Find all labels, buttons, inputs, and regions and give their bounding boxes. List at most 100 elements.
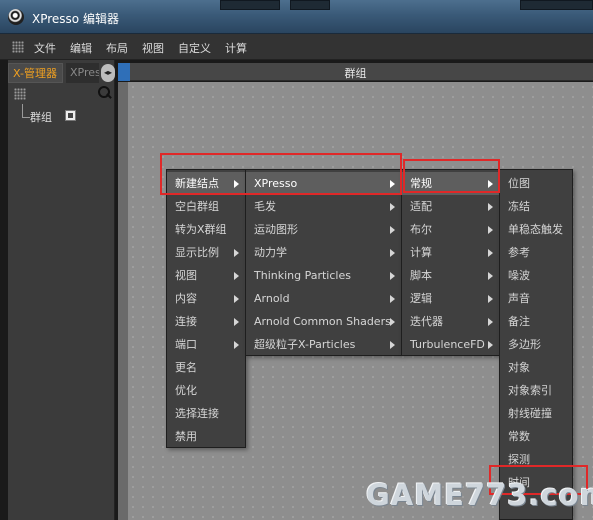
submenu-arrow-icon	[234, 272, 239, 280]
menu-item-logic[interactable]: 逻辑	[402, 287, 499, 310]
menu-item-optimize[interactable]: 优化	[167, 379, 245, 402]
menu-bar: 文件 编辑 布局 视图 自定义 计算	[0, 34, 593, 60]
menu-item-select-connections[interactable]: 选择连接	[167, 402, 245, 425]
menu-item-calculate[interactable]: 计算	[402, 241, 499, 264]
highlight-box-new-node	[160, 153, 402, 195]
watermark-logo: GAME773.com	[366, 478, 593, 512]
menu-item-bitmap[interactable]: 位图	[500, 172, 572, 195]
menu-item-label: 连接	[175, 315, 197, 328]
menu-item-label: 布尔	[410, 223, 432, 236]
tree-item-group[interactable]: 群组	[30, 109, 52, 125]
menu-item-label: 计算	[410, 246, 432, 259]
menu-item-label: 逻辑	[410, 292, 432, 305]
submenu-arrow-icon	[234, 249, 239, 257]
submenu-arrow-icon	[390, 226, 395, 234]
menu-item-noise[interactable]: 噪波	[500, 264, 572, 287]
menu-item-empty-group[interactable]: 空白群组	[167, 195, 245, 218]
submenu-arrow-icon	[488, 226, 493, 234]
menu-item-disable[interactable]: 禁用	[167, 425, 245, 448]
submenu-arrow-icon	[234, 341, 239, 349]
menu-item-object[interactable]: 对象	[500, 356, 572, 379]
menu-item-boolean[interactable]: 布尔	[402, 218, 499, 241]
menu-item-turbulencefd[interactable]: TurbulenceFD	[402, 333, 499, 356]
submenu-arrow-icon	[234, 318, 239, 326]
submenu-arrow-icon	[234, 295, 239, 303]
menu-item-reference[interactable]: 参考	[500, 241, 572, 264]
submenu-arrow-icon	[390, 318, 395, 326]
menu-item-label: 适配	[410, 200, 432, 213]
submenu-xpresso: 常规 适配 布尔 计算 脚本 逻辑 迭代器 TurbulenceFD	[401, 169, 500, 356]
menu-item-label: 脚本	[410, 269, 432, 282]
submenu-arrow-icon	[488, 272, 493, 280]
tab-xpresso[interactable]: XPresso	[66, 63, 99, 83]
menu-item-hair[interactable]: 毛发	[246, 195, 401, 218]
title-bar-button[interactable]	[520, 0, 593, 10]
menu-item-ray-collision[interactable]: 射线碰撞	[500, 402, 572, 425]
menu-item-rename[interactable]: 更名	[167, 356, 245, 379]
submenu-arrow-icon	[488, 318, 493, 326]
menu-item-freeze[interactable]: 冻结	[500, 195, 572, 218]
menu-calculate[interactable]: 计算	[225, 40, 247, 56]
menu-item-label: Thinking Particles	[254, 269, 351, 282]
menu-item-thinking-particles[interactable]: Thinking Particles	[246, 264, 401, 287]
menu-item-label: 内容	[175, 292, 197, 305]
submenu-arrow-icon	[488, 203, 493, 211]
submenu-new-node: XPresso 毛发 运动图形 动力学 Thinking Particles A…	[245, 169, 402, 356]
context-menu: 新建结点 空白群组 转为X群组 显示比例 视图 内容 连接 端口 更名 优化 选…	[166, 169, 246, 448]
submenu-arrow-icon	[390, 203, 395, 211]
tab-x-manager[interactable]: X-管理器	[8, 63, 63, 83]
menu-item-label: 迭代器	[410, 315, 443, 328]
menu-file[interactable]: 文件	[34, 40, 56, 56]
menu-item-label: 视图	[175, 269, 197, 282]
menu-item-convert-xgroup[interactable]: 转为X群组	[167, 218, 245, 241]
highlight-box-general	[403, 159, 500, 193]
menu-item-arnold[interactable]: Arnold	[246, 287, 401, 310]
main-header: 群组	[118, 63, 593, 81]
menu-item-memo[interactable]: 备注	[500, 310, 572, 333]
menu-item-connect[interactable]: 连接	[167, 310, 245, 333]
menu-item-label: 显示比例	[175, 246, 219, 259]
menu-item-sound[interactable]: 声音	[500, 287, 572, 310]
menu-edit[interactable]: 编辑	[70, 40, 92, 56]
menu-item-constant[interactable]: 常数	[500, 425, 572, 448]
menu-item-port[interactable]: 端口	[167, 333, 245, 356]
menu-item-script[interactable]: 脚本	[402, 264, 499, 287]
menu-item-content[interactable]: 内容	[167, 287, 245, 310]
title-bar-button[interactable]	[290, 0, 330, 10]
menu-item-label: 动力学	[254, 246, 287, 259]
canvas-edge	[118, 82, 128, 520]
menu-view[interactable]: 视图	[142, 40, 164, 56]
search-icon[interactable]	[98, 86, 112, 100]
left-panel: X-管理器 XPresso ◂▸ 群组	[8, 60, 115, 520]
cinema4d-app-icon	[8, 9, 24, 25]
menu-item-iterator[interactable]: 迭代器	[402, 310, 499, 333]
title-bar-button[interactable]	[220, 0, 280, 10]
menu-item-label: Arnold Common Shaders	[254, 315, 391, 328]
grip-handle-icon[interactable]	[12, 41, 24, 53]
submenu-arrow-icon	[488, 295, 493, 303]
menu-item-adapter[interactable]: 适配	[402, 195, 499, 218]
menu-item-arnold-common-shaders[interactable]: Arnold Common Shaders	[246, 310, 401, 333]
menu-item-monoflop[interactable]: 单稳态触发	[500, 218, 572, 241]
main-title: 群组	[344, 67, 367, 80]
menu-item-label: 毛发	[254, 200, 276, 213]
menu-item-polygon[interactable]: 多边形	[500, 333, 572, 356]
menu-item-object-index[interactable]: 对象索引	[500, 379, 572, 402]
menu-item-display-scale[interactable]: 显示比例	[167, 241, 245, 264]
menu-item-view[interactable]: 视图	[167, 264, 245, 287]
xgroup-node-icon[interactable]	[65, 110, 76, 121]
tab-scroll-arrows-icon[interactable]: ◂▸	[101, 64, 115, 82]
menu-item-label: 运动图形	[254, 223, 298, 236]
menu-item-label: TurbulenceFD	[410, 338, 485, 351]
menu-layout[interactable]: 布局	[106, 40, 128, 56]
title-bar: XPresso 编辑器	[0, 0, 593, 34]
menu-customize[interactable]: 自定义	[178, 40, 211, 56]
submenu-arrow-icon	[390, 341, 395, 349]
menu-item-mograph[interactable]: 运动图形	[246, 218, 401, 241]
menu-item-x-particles[interactable]: 超级粒子X-Particles	[246, 333, 401, 356]
grip-handle-icon[interactable]	[14, 88, 26, 100]
submenu-arrow-icon	[390, 272, 395, 280]
submenu-arrow-icon	[390, 295, 395, 303]
menu-item-label: Arnold	[254, 292, 290, 305]
menu-item-dynamics[interactable]: 动力学	[246, 241, 401, 264]
